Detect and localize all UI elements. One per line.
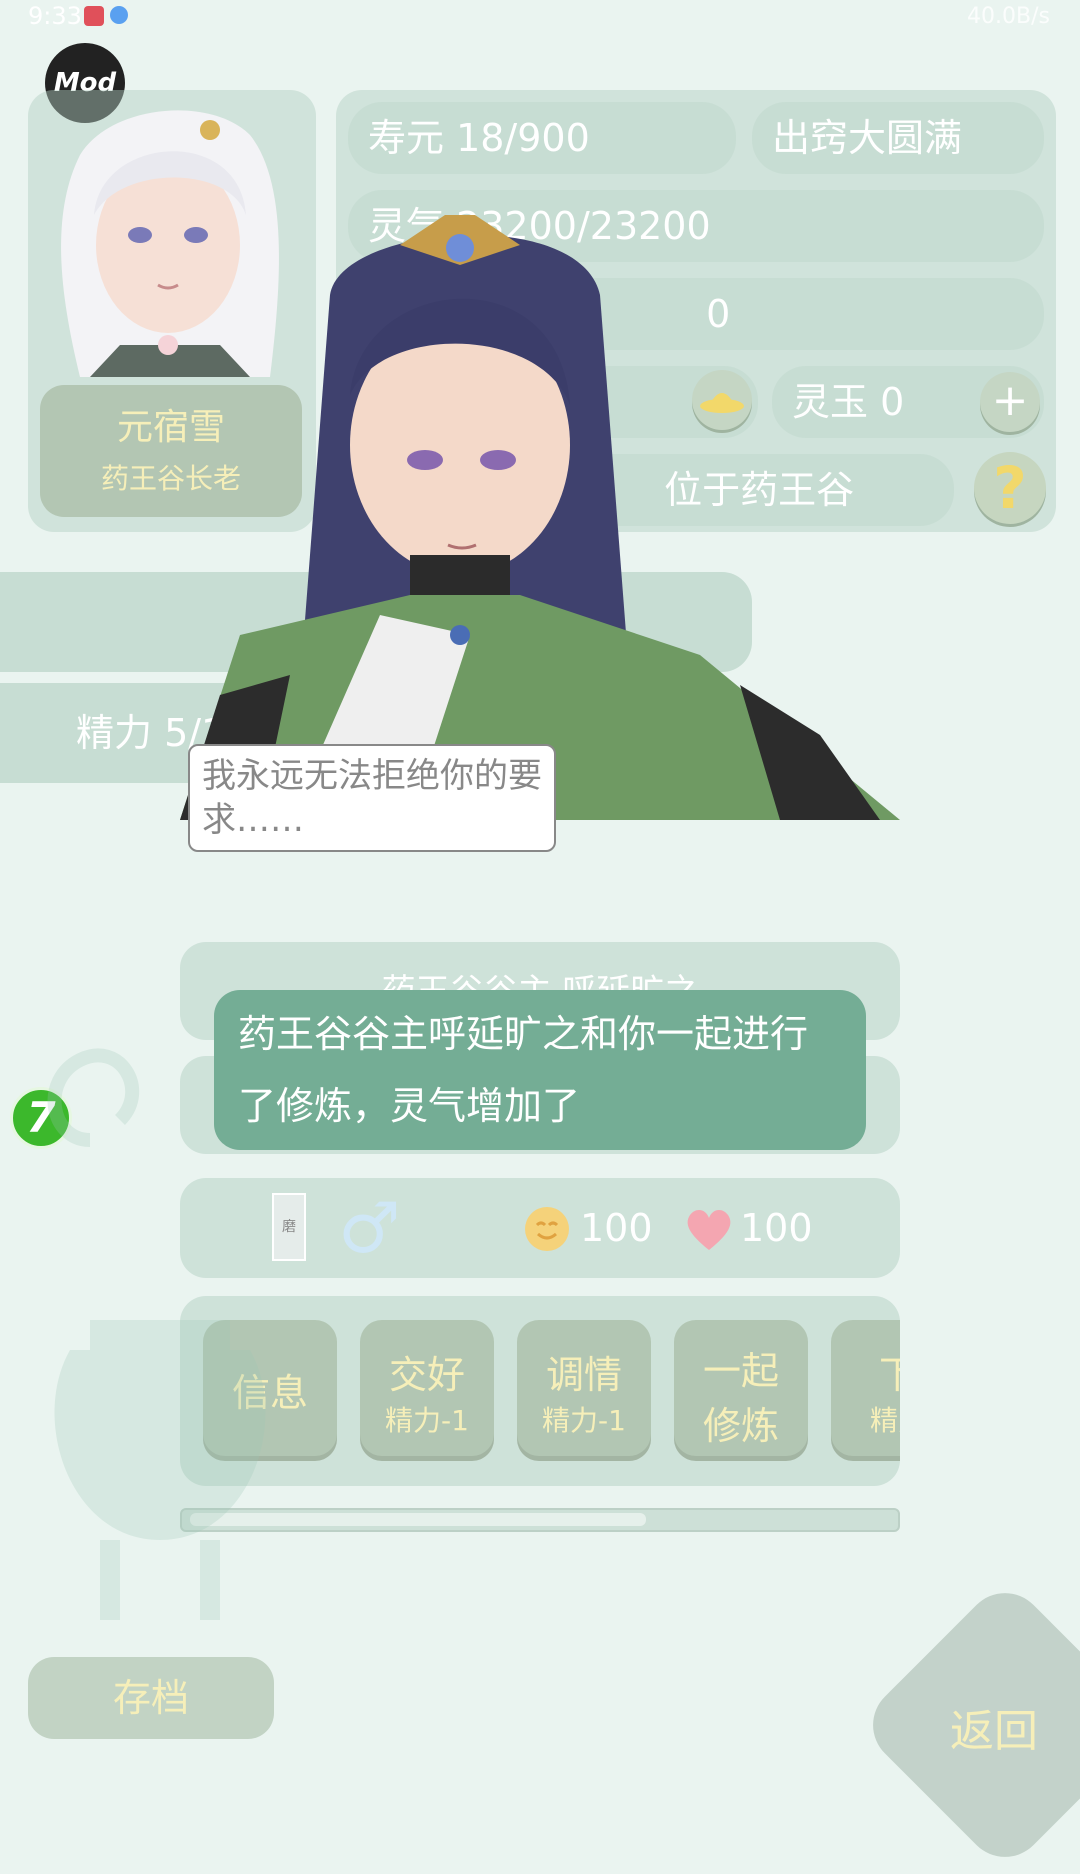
action-cultivate-line2: 修炼 [702, 1404, 779, 1448]
mood-icon [525, 1207, 569, 1251]
action-next-label: 下 [878, 1353, 900, 1397]
lifespan-stat: 寿元 18/900 [348, 102, 736, 174]
mood-value: 100 [580, 1206, 653, 1250]
action-next-cost: 精力 [869, 1404, 900, 1437]
male-symbol-icon: ♂ [338, 1187, 401, 1269]
add-jade-button[interactable]: + [980, 372, 1040, 432]
browser-notification-icon [110, 6, 128, 24]
affection-value: 100 [740, 1206, 813, 1250]
action-flirt-cost: 精力-1 [542, 1404, 626, 1437]
help-button[interactable]: ? [974, 452, 1046, 524]
action-befriend-label: 交好 [388, 1353, 465, 1397]
speech-bubble: 我永远无法拒绝你的要求…… [188, 744, 556, 852]
action-befriend-cost: 精力-1 [385, 1404, 469, 1437]
app-notification-icon [84, 6, 104, 26]
status-time: 9:33 [28, 2, 82, 30]
realm-stat: 出窍大圆满 [752, 102, 1044, 174]
save-button[interactable]: 存档 [28, 1657, 274, 1739]
cultivation-notice: 药王谷谷主呼延旷之和你一起进行了修炼，灵气增加了 [214, 990, 866, 1150]
action-flirt-button[interactable]: 调情 精力-1 [517, 1320, 651, 1456]
return-label: 返回 [950, 1706, 1038, 1757]
action-befriend-button[interactable]: 交好 精力-1 [360, 1320, 494, 1456]
action-cultivate-together-button[interactable]: 一起 修炼 [674, 1320, 808, 1456]
network-speed: 40.0B/s [967, 4, 1050, 29]
status-bar: 9:33 40.0B/s [0, 0, 1080, 34]
incense-burner-decoration [47, 1048, 266, 1620]
action-flirt-label: 调情 [545, 1353, 622, 1397]
action-cultivate-line1: 一起 [702, 1349, 779, 1393]
heart-icon [687, 1209, 731, 1250]
action-next-button[interactable]: 下 精力 [831, 1320, 900, 1456]
